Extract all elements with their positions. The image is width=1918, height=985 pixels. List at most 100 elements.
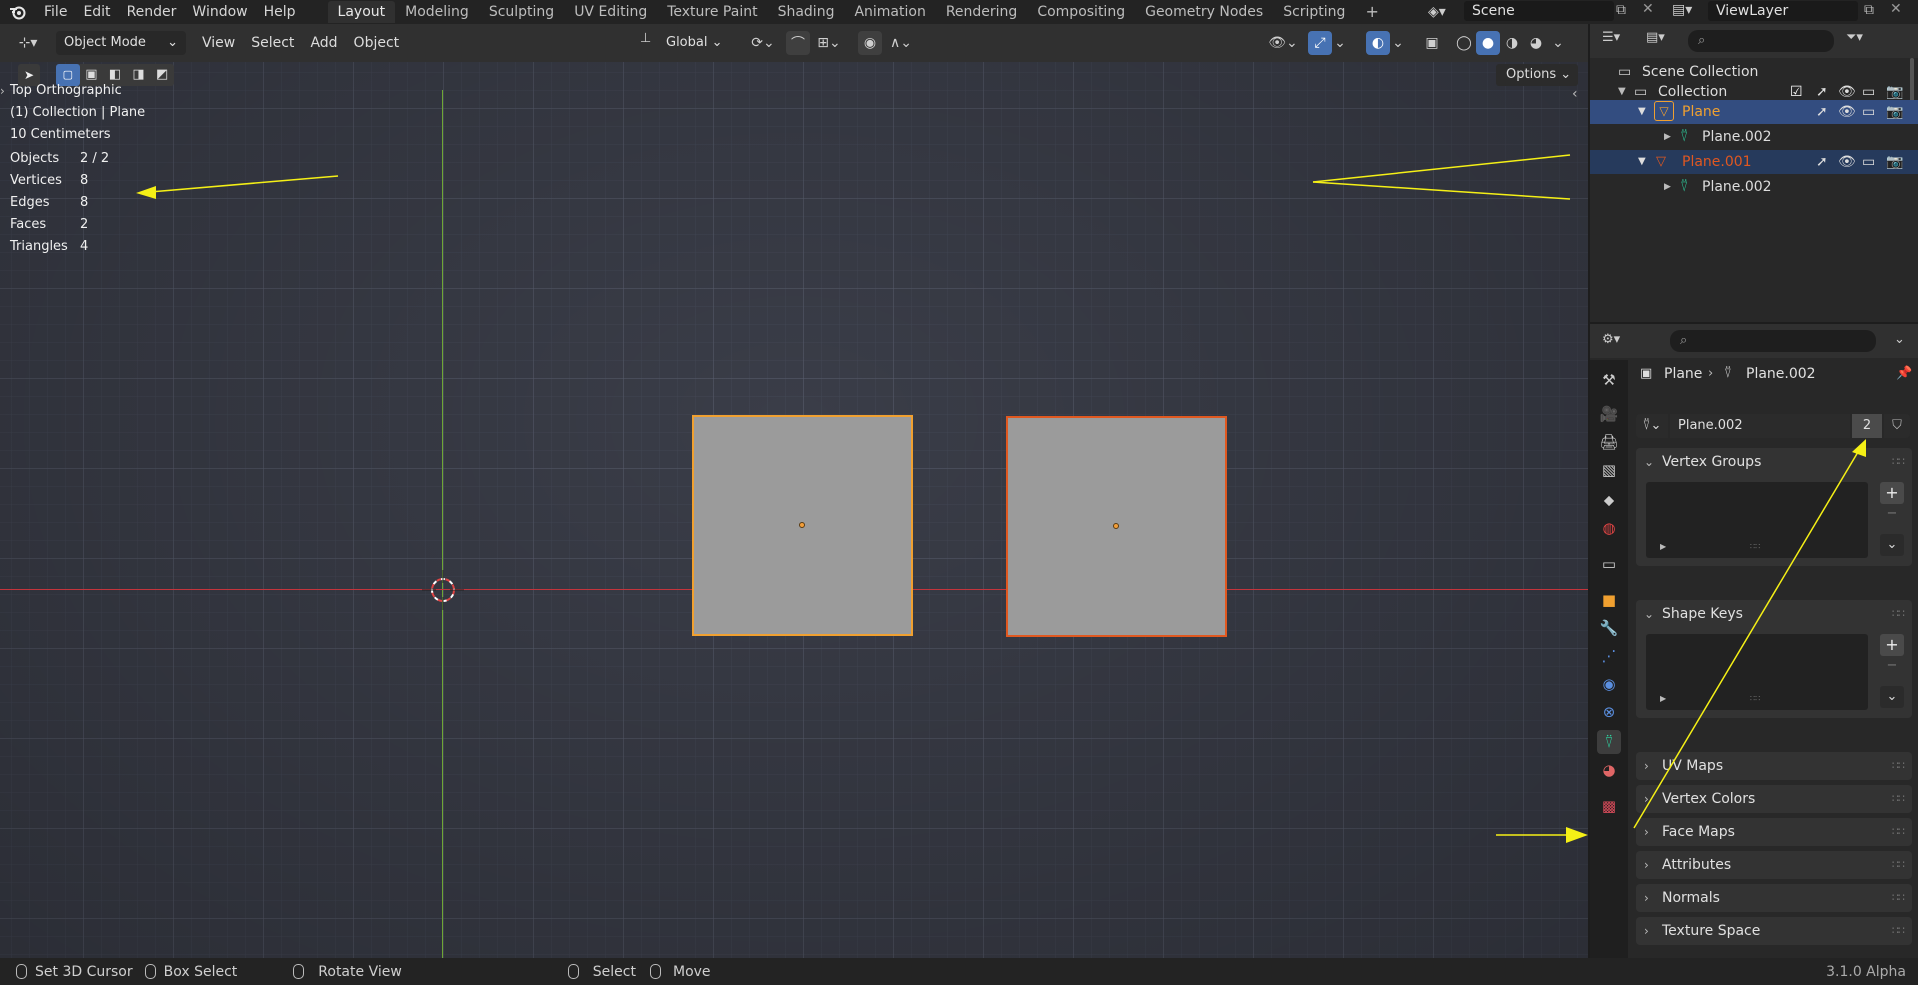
pivot-point-icon[interactable]: ⟳⌄ [746, 31, 780, 55]
mouse-drag-icon [144, 964, 156, 979]
object-icon: ▽ [1656, 154, 1666, 169]
view-layer-icon[interactable]: ▤▾ [1672, 2, 1692, 18]
menu-object[interactable]: Object [346, 31, 408, 55]
expand-icon[interactable]: ▼ [1638, 100, 1646, 124]
menu-select[interactable]: Select [243, 31, 302, 55]
version-label: 3.1.0 Alpha [1826, 963, 1906, 980]
outliner-row-mesh[interactable]: ▶ ⍢ Plane.002 [1590, 175, 1918, 199]
selectable-icon[interactable]: ➚ [1816, 150, 1828, 174]
menu-help[interactable]: Help [256, 1, 304, 23]
viewport-header: ⊹▾ Object Mode ⌄ View Select Add Object ⊥… [0, 24, 1588, 62]
new-scene-icon[interactable]: ⧉ [1616, 2, 1626, 18]
status-hint-move: Move [673, 963, 711, 980]
outliner-search-input[interactable]: ⌕ [1688, 30, 1834, 52]
tab-compositing[interactable]: Compositing [1027, 1, 1135, 23]
blender-logo-icon[interactable] [0, 0, 36, 24]
tab-uv-editing[interactable]: UV Editing [564, 1, 657, 23]
menu-file[interactable]: File [36, 1, 75, 23]
menu-edit[interactable]: Edit [75, 1, 118, 23]
menu-render[interactable]: Render [119, 1, 185, 23]
display-mode-icon[interactable]: ▤▾ [1646, 30, 1665, 45]
eye-icon[interactable]: 👁 [1838, 150, 1856, 174]
3d-viewport[interactable]: ➤ ▢ ▣ ◧ ◨ ◩ Options ⌄ ‹ › Top Orthograph… [0, 62, 1588, 958]
outliner-editor-icon[interactable]: ☰▾ [1602, 30, 1620, 45]
gizmo-dropdown-icon[interactable]: ⌄ [1332, 31, 1348, 55]
mouse-middle-icon [293, 964, 305, 979]
mesh-icon: ⍢ [1680, 129, 1689, 145]
orientation-label: Global [666, 35, 708, 50]
visibility-icon[interactable]: 👁⌄ [1266, 31, 1300, 55]
mouse-left-icon [16, 964, 27, 979]
mouse-drag-icon [650, 964, 661, 979]
viewport-disable-icon[interactable]: ▭ [1862, 100, 1875, 124]
object-icon: ▽ [1654, 101, 1674, 121]
tab-animation[interactable]: Animation [844, 1, 935, 23]
mode-dropdown[interactable]: Object Mode ⌄ [56, 31, 186, 55]
tab-rendering[interactable]: Rendering [936, 1, 1028, 23]
outliner-row-plane[interactable]: ▼ ▽ Plane ➚ 👁 ▭ 📷 [1590, 100, 1918, 124]
solid-shading-icon[interactable]: ● [1476, 31, 1500, 55]
status-hint-rotate-view: Rotate View [318, 963, 402, 980]
tab-modeling[interactable]: Modeling [395, 1, 479, 23]
tab-scripting[interactable]: Scripting [1273, 1, 1355, 23]
top-menu-bar: File Edit Render Window Help Layout Mode… [0, 0, 1918, 24]
tab-shading[interactable]: Shading [768, 1, 845, 23]
chevron-down-icon: ⌄ [167, 35, 178, 50]
scene-field[interactable]: Scene [1464, 1, 1614, 21]
status-bar: Set 3D Cursor Box Select Rotate View Sel… [0, 958, 1918, 985]
viewport-disable-icon[interactable]: ▭ [1862, 150, 1875, 174]
snap-target-icon[interactable]: ⊞⌄ [812, 31, 846, 55]
scene-name: Scene [1472, 3, 1515, 19]
scene-icon[interactable]: ◈▾ [1428, 2, 1458, 22]
material-shading-icon[interactable]: ◑ [1500, 31, 1524, 55]
orientation-dropdown[interactable]: Global ⌄ [658, 31, 732, 55]
tab-texture-paint[interactable]: Texture Paint [657, 1, 767, 23]
mouse-left-icon [567, 964, 579, 979]
tab-layout[interactable]: Layout [327, 1, 396, 23]
proportional-edit-icon[interactable]: ◉ [858, 31, 882, 55]
new-view-layer-icon[interactable]: ⧉ [1864, 2, 1874, 18]
status-hint-box-select: Box Select [163, 963, 238, 980]
expand-icon[interactable]: ▼ [1638, 150, 1646, 174]
menu-add[interactable]: Add [302, 31, 345, 55]
annotation-arrows [136, 154, 1588, 843]
expand-icon[interactable]: ▶ [1664, 175, 1671, 199]
xray-icon[interactable]: ▣ [1420, 31, 1444, 55]
delete-scene-icon[interactable]: ✕ [1642, 1, 1654, 17]
eye-icon[interactable]: 👁 [1838, 100, 1856, 124]
tab-geometry-nodes[interactable]: Geometry Nodes [1135, 1, 1273, 23]
snap-icon[interactable]: ⌒ [786, 31, 810, 55]
filter-icon[interactable]: ⏷▾ [1846, 30, 1863, 45]
editor-type-icon[interactable]: ⊹▾ [10, 31, 46, 55]
selectable-icon[interactable]: ➚ [1816, 100, 1828, 124]
add-workspace-button[interactable]: + [1355, 1, 1388, 23]
status-hint-set-cursor: Set 3D Cursor [35, 963, 133, 980]
tab-sculpting[interactable]: Sculpting [479, 1, 564, 23]
menu-view[interactable]: View [194, 31, 243, 55]
overlays-dropdown-icon[interactable]: ⌄ [1390, 31, 1406, 55]
outliner-row-plane-001[interactable]: ▼ ▽ Plane.001 ➚ 👁 ▭ 📷 [1590, 150, 1918, 174]
annotation-arrow [1633, 439, 1866, 829]
mode-label: Object Mode [64, 35, 146, 50]
overlays-icon[interactable]: ◐ [1366, 31, 1390, 55]
falloff-icon[interactable]: ∧⌄ [884, 31, 918, 55]
outliner-item-label: Plane [1682, 104, 1721, 120]
outliner: ☰▾ ▤▾ ⌕ ⏷▾ ▭ Scene Collection ▼ ▭ Collec… [1588, 24, 1918, 322]
menu-window[interactable]: Window [184, 1, 255, 23]
gizmo-icon[interactable]: ⤢ [1308, 31, 1332, 55]
render-disable-icon[interactable]: 📷 [1886, 100, 1903, 124]
view-layer-field[interactable]: ViewLayer [1708, 1, 1858, 21]
expand-icon[interactable]: ▶ [1664, 125, 1671, 149]
outliner-row-mesh[interactable]: ▶ ⍢ Plane.002 [1590, 125, 1918, 149]
outliner-item-label: Plane.001 [1682, 154, 1752, 170]
outliner-item-label: Plane.002 [1702, 129, 1772, 145]
transform-orientation-icon[interactable]: ⊥ [640, 31, 651, 46]
render-disable-icon[interactable]: 📷 [1886, 150, 1903, 174]
status-hint-select: Select [592, 963, 636, 980]
rendered-shading-icon[interactable]: ◕ [1524, 31, 1548, 55]
properties-editor: ⚙▾ ⌕ ⌄ ⚒ 🎥 🖨 ▧ ⬥ ◍ ▭ ■ 🔧 ⋰ ◉ ⊗ ⍢ ◕ ▩ ▣ P… [1588, 324, 1918, 958]
delete-view-layer-icon[interactable]: ✕ [1890, 1, 1902, 17]
view-layer-name: ViewLayer [1716, 3, 1789, 19]
shading-dropdown-icon[interactable]: ⌄ [1550, 31, 1566, 55]
wireframe-shading-icon[interactable]: ◯ [1452, 31, 1476, 55]
